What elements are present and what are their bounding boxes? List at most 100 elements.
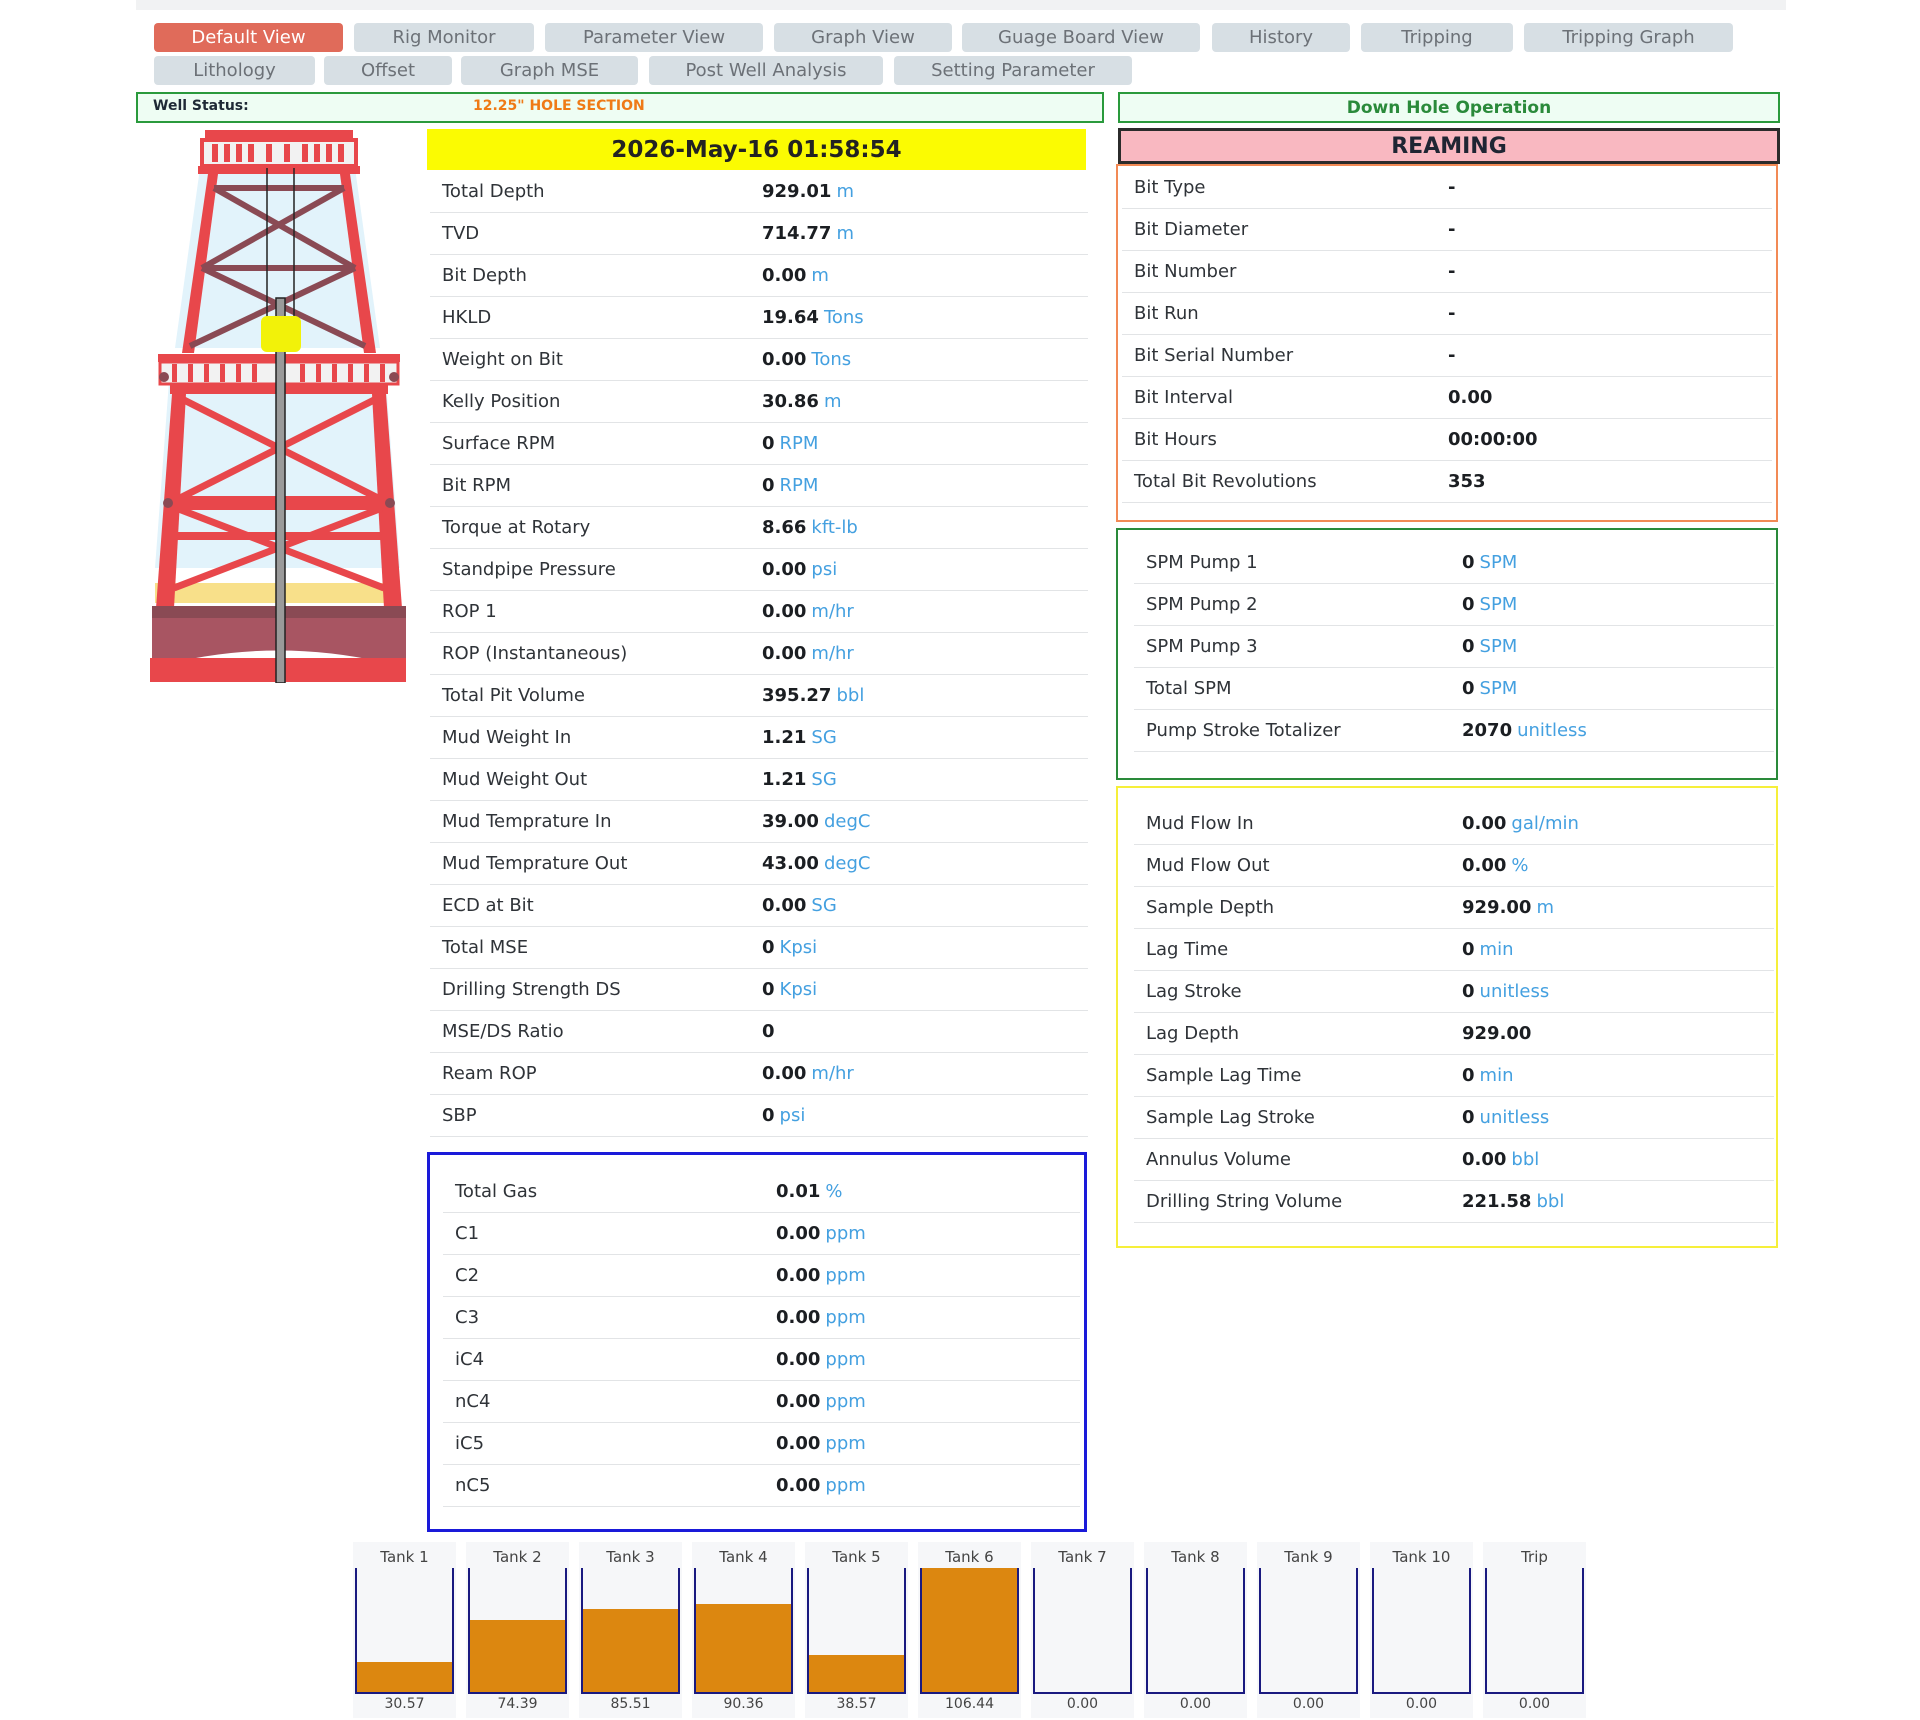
flow-value: 0.00 bbl xyxy=(1462,1149,1540,1170)
params-label: HKLD xyxy=(442,307,492,328)
params-row: Bit RPM 0 RPM xyxy=(430,465,1088,507)
params-unit: degC xyxy=(823,811,871,832)
bit-value: - xyxy=(1448,261,1456,282)
flow-label: Sample Lag Time xyxy=(1146,1065,1302,1086)
bit-row: Bit Number - xyxy=(1122,251,1772,293)
params-value: 0 RPM xyxy=(762,475,819,496)
pumps-value: 0 SPM xyxy=(1462,678,1518,699)
tab-tripping[interactable]: Tripping xyxy=(1361,23,1513,52)
tab-history[interactable]: History xyxy=(1212,23,1350,52)
tab-default-view[interactable]: Default View xyxy=(154,23,343,52)
tank-vessel xyxy=(355,1568,454,1694)
well-status-value: 12.25" HOLE SECTION xyxy=(473,98,645,114)
tank-volume: 90.36 xyxy=(723,1696,764,1712)
params-value: 0.00 m/hr xyxy=(762,601,854,622)
pumps-value: 0 SPM xyxy=(1462,636,1518,657)
bit-label: Bit Type xyxy=(1134,177,1206,198)
flow-row: Lag Depth 929.00 xyxy=(1134,1013,1774,1055)
params-label: Mud Weight Out xyxy=(442,769,588,790)
flow-unit: unitless xyxy=(1479,1107,1550,1128)
tab-setting-parameter[interactable]: Setting Parameter xyxy=(894,56,1132,85)
tab-rig-monitor[interactable]: Rig Monitor xyxy=(354,23,534,52)
tank-gauge: Tank 10 0.00 xyxy=(1370,1542,1473,1718)
tab-parameter-view[interactable]: Parameter View xyxy=(545,23,763,52)
params-label: Weight on Bit xyxy=(442,349,563,370)
tab-graph-view[interactable]: Graph View xyxy=(774,23,952,52)
params-label: Total Depth xyxy=(442,181,545,202)
datetime-banner: 2026-May-16 01:58:54 xyxy=(427,129,1086,170)
gas-unit: ppm xyxy=(825,1349,866,1370)
tank-volume: 85.51 xyxy=(610,1696,651,1712)
bit-value: 00:00:00 xyxy=(1448,429,1538,450)
params-value: 19.64 Tons xyxy=(762,307,864,328)
params-value: 0.00 SG xyxy=(762,895,837,916)
params-unit: SG xyxy=(811,769,837,790)
flow-value: 929.00 xyxy=(1462,1023,1532,1044)
down-hole-operation-title: Down Hole Operation xyxy=(1118,92,1780,123)
flow-row: Sample Depth 929.00 m xyxy=(1134,887,1774,929)
params-value: 0 Kpsi xyxy=(762,937,818,958)
params-unit: m xyxy=(836,181,855,202)
bit-row: Bit Type - xyxy=(1122,167,1772,209)
bit-row: Bit Interval 0.00 xyxy=(1122,377,1772,419)
gas-value: 0.00 ppm xyxy=(776,1475,866,1496)
pumps-value: 0 SPM xyxy=(1462,552,1518,573)
tank-label: Tank 1 xyxy=(380,1548,429,1566)
flow-row: Lag Time 0 min xyxy=(1134,929,1774,971)
tank-vessel xyxy=(1033,1568,1132,1694)
flow-value: 0 unitless xyxy=(1462,1107,1550,1128)
gas-label: Total Gas xyxy=(455,1181,538,1202)
bit-value: 0.00 xyxy=(1448,387,1493,408)
pumps-unit: SPM xyxy=(1479,552,1518,573)
gas-unit: ppm xyxy=(825,1265,866,1286)
tab-guage-board-view[interactable]: Guage Board View xyxy=(962,23,1200,52)
gas-value: 0.00 ppm xyxy=(776,1391,866,1412)
params-unit: SG xyxy=(811,727,837,748)
flow-unit: bbl xyxy=(1536,1191,1565,1212)
params-row: Total MSE 0 Kpsi xyxy=(430,927,1088,969)
params-row: Standpipe Pressure 0.00 psi xyxy=(430,549,1088,591)
well-status-bar: Well Status: 12.25" HOLE SECTION xyxy=(136,92,1104,123)
params-unit: m/hr xyxy=(811,601,854,622)
params-label: Bit RPM xyxy=(442,475,512,496)
tank-gauge: Trip 0.00 xyxy=(1483,1542,1586,1718)
tank-volume: 0.00 xyxy=(1179,1696,1212,1712)
params-label: Surface RPM xyxy=(442,433,556,454)
params-row: Weight on Bit 0.00 Tons xyxy=(430,339,1088,381)
params-row: Torque at Rotary 8.66 kft-lb xyxy=(430,507,1088,549)
params-label: Total MSE xyxy=(442,937,529,958)
params-label: Bit Depth xyxy=(442,265,527,286)
tab-tripping-graph[interactable]: Tripping Graph xyxy=(1524,23,1733,52)
params-unit: SG xyxy=(811,895,837,916)
params-label: ROP (Instantaneous) xyxy=(442,643,628,664)
bit-value: - xyxy=(1448,303,1456,324)
tank-level-fill xyxy=(470,1620,565,1692)
gas-row: iC4 0.00 ppm xyxy=(443,1339,1080,1381)
tank-level-fill xyxy=(696,1603,791,1692)
tank-vessel xyxy=(1372,1568,1471,1694)
tab-lithology[interactable]: Lithology xyxy=(154,56,315,85)
gas-row: Total Gas 0.01% xyxy=(443,1171,1080,1213)
tank-label: Tank 7 xyxy=(1058,1548,1107,1566)
flow-unit: min xyxy=(1479,939,1514,960)
gas-value: 0.00 ppm xyxy=(776,1349,866,1370)
params-row: ROP (Instantaneous) 0.00 m/hr xyxy=(430,633,1088,675)
params-value: 30.86 m xyxy=(762,391,842,412)
tab-offset[interactable]: Offset xyxy=(324,56,452,85)
pumps-unit: SPM xyxy=(1479,594,1518,615)
tab-graph-mse[interactable]: Graph MSE xyxy=(461,56,638,85)
flow-row: Mud Flow In 0.00 gal/min xyxy=(1134,803,1774,845)
params-value: 0.00 m xyxy=(762,265,829,286)
pumps-unit: unitless xyxy=(1517,720,1587,741)
flow-unit: unitless xyxy=(1479,981,1550,1002)
tab-post-well-analysis[interactable]: Post Well Analysis xyxy=(649,56,883,85)
gas-unit: ppm xyxy=(825,1475,866,1496)
params-label: Mud Weight In xyxy=(442,727,572,748)
bit-label: Bit Serial Number xyxy=(1134,345,1294,366)
params-value: 43.00 degC xyxy=(762,853,871,874)
bit-label: Bit Hours xyxy=(1134,429,1217,450)
params-value: 929.01 m xyxy=(762,181,855,202)
pumps-row: Pump Stroke Totalizer 2070 unitless xyxy=(1134,710,1774,752)
top-strip xyxy=(136,0,1786,10)
params-unit: RPM xyxy=(779,433,819,454)
